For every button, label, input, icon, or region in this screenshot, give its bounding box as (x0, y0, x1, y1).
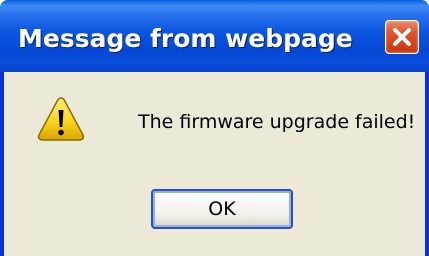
dialog-title: Message from webpage (18, 24, 353, 53)
title-bar[interactable]: Message from webpage (0, 0, 429, 72)
close-icon (393, 28, 411, 46)
dialog-message: The firmware upgrade failed! (138, 111, 416, 133)
close-button[interactable] (385, 20, 419, 54)
ok-button[interactable]: OK (151, 189, 293, 229)
warning-icon (37, 97, 85, 141)
message-dialog: Message from webpage The firmware upgrad… (0, 0, 429, 256)
dialog-body: The firmware upgrade failed! OK (4, 72, 425, 256)
